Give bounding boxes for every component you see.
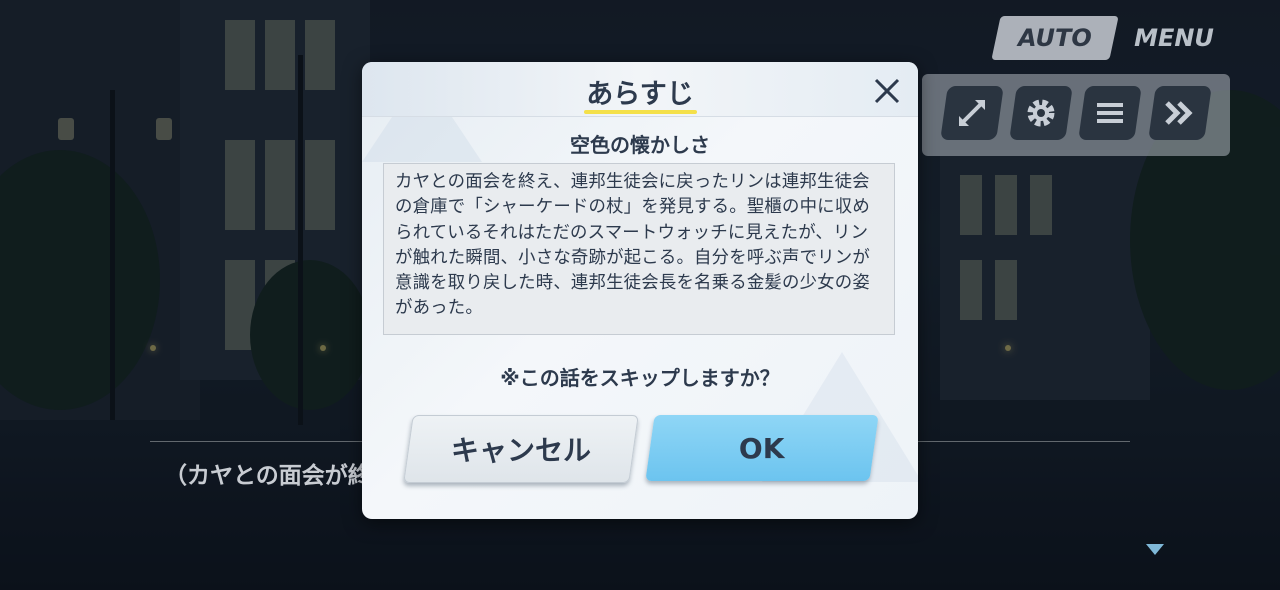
dialogue-text: （カヤとの面会が終 bbox=[164, 463, 371, 489]
summary-line: の倉庫で「シャーケードの杖」を発見する。聖櫃の中に収め bbox=[395, 197, 870, 218]
cancel-button-label: キャンセル bbox=[450, 434, 591, 467]
story-title: 空色の懐かしさ bbox=[570, 133, 710, 157]
gear-icon bbox=[1027, 99, 1055, 127]
close-icon bbox=[874, 78, 900, 104]
summary-line: 意識を取り戻した時、連邦生徒会長を名乗る金髪の少女の姿 bbox=[395, 273, 870, 294]
log-button[interactable] bbox=[1078, 86, 1142, 140]
list-icon bbox=[1097, 103, 1123, 123]
synopsis-dialog: あらすじ 空色の懐かしさ カヤとの面会を終え、連邦生徒会に戻ったリンは連邦生徒会… bbox=[362, 62, 918, 519]
skip-question: ※この話をスキップしますか？ bbox=[500, 366, 780, 390]
settings-button[interactable] bbox=[1009, 86, 1073, 140]
summary-line: られているそれはただのスマートウォッチに見えたが、リン bbox=[395, 222, 869, 243]
summary-box: カヤとの面会を終え、連邦生徒会に戻ったリンは連邦生徒会 の倉庫で「シャーケードの… bbox=[383, 163, 895, 335]
next-arrow-icon[interactable] bbox=[1146, 544, 1164, 555]
ok-button-label: OK bbox=[739, 431, 785, 465]
summary-line: カヤとの面会を終え、連邦生徒会に戻ったリンは連邦生徒会 bbox=[395, 172, 870, 192]
fullscreen-button[interactable] bbox=[940, 86, 1004, 140]
ok-button[interactable]: OK bbox=[645, 415, 879, 481]
cancel-button[interactable]: キャンセル bbox=[403, 415, 639, 483]
menu-button-label: MENU bbox=[1134, 24, 1214, 52]
expand-icon bbox=[959, 100, 985, 126]
close-button[interactable] bbox=[870, 74, 904, 108]
fast-forward-icon bbox=[1165, 101, 1193, 125]
menu-button[interactable]: MENU bbox=[1124, 16, 1224, 60]
skip-button[interactable] bbox=[1148, 86, 1212, 140]
summary-line: があった。 bbox=[395, 298, 483, 319]
title-underline bbox=[584, 110, 697, 114]
dialog-title: あらすじ bbox=[586, 79, 694, 110]
summary-line: が触れた瞬間、小さな奇跡が起こる。自分を呼ぶ声でリンが bbox=[395, 247, 870, 268]
auto-button[interactable]: AUTO bbox=[991, 16, 1119, 60]
auto-button-label: AUTO bbox=[1018, 24, 1092, 52]
